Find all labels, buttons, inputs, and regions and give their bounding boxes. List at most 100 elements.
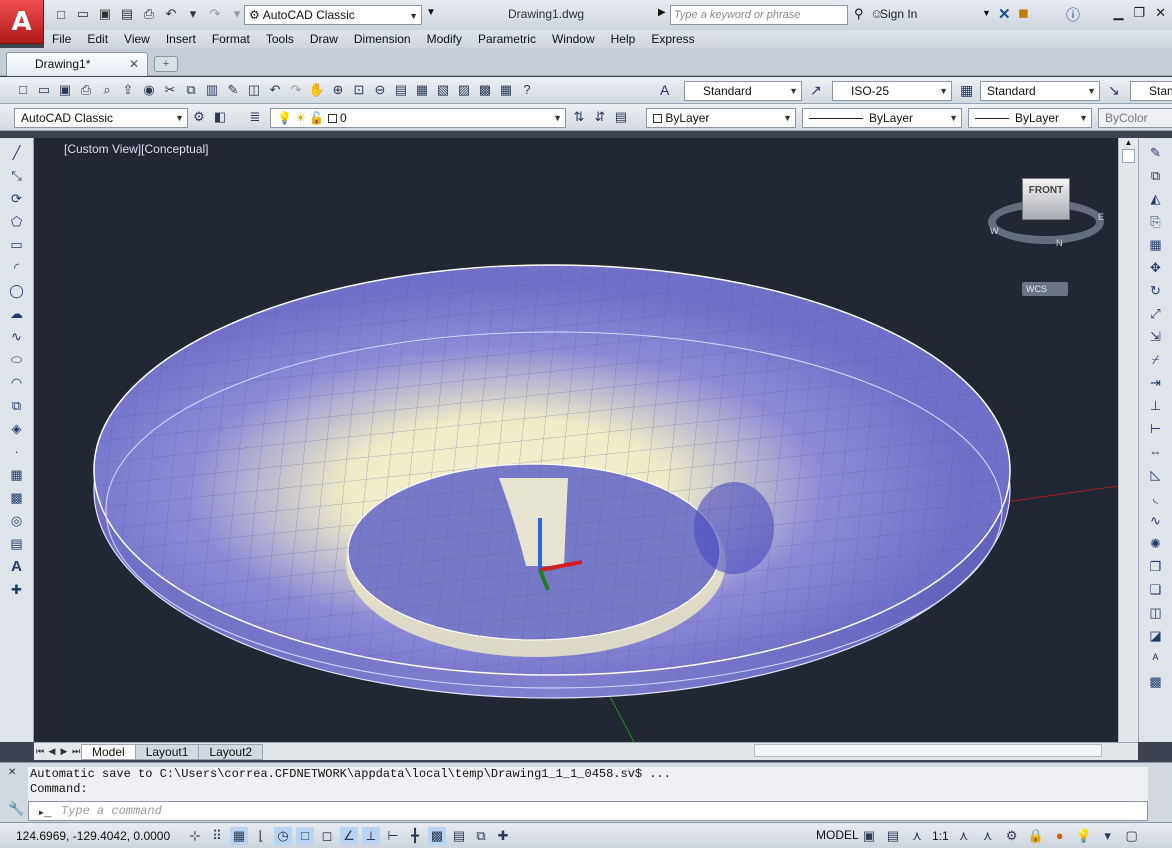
xline-icon[interactable]: ⤡ xyxy=(8,167,26,185)
quick-view-layouts-icon[interactable]: ▣ xyxy=(860,827,878,845)
draworder-above-icon[interactable]: ◫ xyxy=(1147,604,1165,622)
spline-icon[interactable]: ∿ xyxy=(8,328,26,346)
menu-edit[interactable]: Edit xyxy=(79,32,116,46)
menu-tools[interactable]: Tools xyxy=(258,32,302,46)
calculator-icon[interactable]: ▦ xyxy=(497,81,515,99)
workspace-settings-icon[interactable]: ⚙ xyxy=(190,108,208,126)
scale-icon[interactable]: ⤢ xyxy=(1147,305,1165,323)
hatch-to-back-icon[interactable]: ▩ xyxy=(1147,673,1165,691)
point-icon[interactable]: · xyxy=(8,443,26,461)
undo-icon[interactable]: ↶ xyxy=(162,5,180,23)
lock-icon[interactable]: ◼ xyxy=(1018,5,1029,21)
open-icon[interactable]: ▭ xyxy=(35,81,53,99)
layer-state-icon[interactable]: ▤ xyxy=(612,108,630,126)
my-workspace-icon[interactable]: ◧ xyxy=(211,108,229,126)
rotate-icon[interactable]: ↻ xyxy=(1147,282,1165,300)
menu-parametric[interactable]: Parametric xyxy=(470,32,544,46)
linetype-dropdown[interactable]: ByLayer ▼ xyxy=(802,108,962,128)
ducs-icon[interactable]: ⟂ xyxy=(362,827,380,845)
viewcube[interactable]: FRONT N E W xyxy=(986,178,1106,248)
zoom-window-icon[interactable]: ⊡ xyxy=(350,81,368,99)
menu-modify[interactable]: Modify xyxy=(419,32,470,46)
application-menu-button[interactable]: A xyxy=(0,0,44,44)
coordinates-readout[interactable]: 124.6969, -129.4042, 0.0000 xyxy=(16,829,170,843)
blend-icon[interactable]: ∿ xyxy=(1147,512,1165,530)
match-properties-icon[interactable]: ✎ xyxy=(224,81,242,99)
polygon-icon[interactable]: ⬠ xyxy=(8,213,26,231)
osnap-icon[interactable]: □ xyxy=(296,827,314,845)
redo-icon[interactable]: ↷ xyxy=(287,81,305,99)
menu-express[interactable]: Express xyxy=(643,32,702,46)
quick-properties-icon[interactable]: ▤ xyxy=(450,827,468,845)
exchange-icon[interactable]: ✕ xyxy=(998,5,1011,23)
draworder-front-icon[interactable]: ❐ xyxy=(1147,558,1165,576)
color-dropdown[interactable]: ByLayer ▼ xyxy=(646,108,796,128)
hatch-icon[interactable]: ▦ xyxy=(8,466,26,484)
infer-constraints-icon[interactable]: ⊹ xyxy=(186,827,204,845)
break-at-point-icon[interactable]: ⊥ xyxy=(1147,397,1165,415)
arc-icon[interactable]: ◜ xyxy=(8,259,26,277)
command-settings-icon[interactable]: 🔧 xyxy=(8,801,24,817)
join-icon[interactable]: ⇔ xyxy=(1147,443,1165,461)
tab-drawing1[interactable]: Drawing1* ✕ xyxy=(6,52,148,76)
tool-palettes-icon[interactable]: ▧ xyxy=(434,81,452,99)
qat-customize-icon[interactable]: ▼ xyxy=(426,7,436,18)
table-icon[interactable]: ▤ xyxy=(8,535,26,553)
layer-previous-icon[interactable]: ⇵ xyxy=(591,108,609,126)
trim-icon[interactable]: ⌿ xyxy=(1147,351,1165,369)
publish-icon[interactable]: ⇪ xyxy=(119,81,137,99)
status-menu-icon[interactable]: ▾ xyxy=(1099,827,1117,845)
tab-layout1[interactable]: Layout1 xyxy=(134,743,200,760)
markup-icon[interactable]: ▩ xyxy=(476,81,494,99)
new-tab-button[interactable]: + xyxy=(154,56,178,72)
next-layout-icon[interactable]: ▶ xyxy=(58,746,70,757)
draworder-under-icon[interactable]: ◪ xyxy=(1147,627,1165,645)
auto-scale-icon[interactable]: ⋏ xyxy=(979,827,997,845)
text-style-dropdown[interactable]: Standard ▼ xyxy=(684,81,802,101)
offset-icon[interactable]: ⎘ xyxy=(1147,213,1165,231)
stretch-icon[interactable]: ⇲ xyxy=(1147,328,1165,346)
selection-cycling-icon[interactable]: ⧉ xyxy=(472,827,490,845)
otrack-icon[interactable]: ∠ xyxy=(340,827,358,845)
menu-view[interactable]: View xyxy=(116,32,158,46)
save-icon[interactable]: ▣ xyxy=(96,5,114,23)
properties-icon[interactable]: ▤ xyxy=(392,81,410,99)
clean-screen-icon[interactable]: ▢ xyxy=(1123,827,1141,845)
table-style-dropdown[interactable]: Standard ▼ xyxy=(980,81,1100,101)
tab-layout2[interactable]: Layout2 xyxy=(198,743,264,760)
help-icon[interactable]: ? xyxy=(518,81,536,99)
copy-icon[interactable]: ⧉ xyxy=(182,81,200,99)
menu-insert[interactable]: Insert xyxy=(158,32,204,46)
plotstyle-dropdown[interactable]: ByColor xyxy=(1098,108,1172,128)
new-icon[interactable]: □ xyxy=(52,5,70,23)
circle-icon[interactable]: ◯ xyxy=(8,282,26,300)
pan-icon[interactable]: ✋ xyxy=(308,81,326,99)
layer-properties-icon[interactable]: ≣ xyxy=(246,108,264,126)
line-icon[interactable]: ╱ xyxy=(8,144,26,162)
rectangle-icon[interactable]: ▭ xyxy=(8,236,26,254)
zoom-realtime-icon[interactable]: ⊕ xyxy=(329,81,347,99)
snap-icon[interactable]: ⠿ xyxy=(208,827,226,845)
chamfer-icon[interactable]: ◺ xyxy=(1147,466,1165,484)
first-layout-icon[interactable]: ⏮ xyxy=(34,746,46,757)
sign-in-link[interactable]: Sign In xyxy=(880,7,917,21)
quick-view-drawings-icon[interactable]: ▤ xyxy=(884,827,902,845)
dyn-icon[interactable]: ⊢ xyxy=(384,827,402,845)
sheet-set-icon[interactable]: ▨ xyxy=(455,81,473,99)
open-icon[interactable]: ▭ xyxy=(74,5,92,23)
menu-file[interactable]: File xyxy=(44,32,79,46)
copy-object-icon[interactable]: ⧉ xyxy=(1147,167,1165,185)
gradient-icon[interactable]: ▩ xyxy=(8,489,26,507)
redo-icon[interactable]: ↷ xyxy=(206,5,224,23)
revcloud-icon[interactable]: ☁ xyxy=(8,305,26,323)
undo-dropdown-icon[interactable]: ▾ xyxy=(184,5,202,23)
plot-icon[interactable]: ⎙ xyxy=(140,5,158,23)
lock-icon[interactable]: 🔒 xyxy=(1027,827,1045,845)
ellipse-icon[interactable]: ⬭ xyxy=(8,351,26,369)
ellipse-arc-icon[interactable]: ◠ xyxy=(8,374,26,392)
prev-layout-icon[interactable]: ◀ xyxy=(46,746,58,757)
help-icon[interactable]: ⓘ xyxy=(1066,5,1080,25)
design-center-icon[interactable]: ▦ xyxy=(413,81,431,99)
cut-icon[interactable]: ✂ xyxy=(161,81,179,99)
mirror-icon[interactable]: ◭ xyxy=(1147,190,1165,208)
